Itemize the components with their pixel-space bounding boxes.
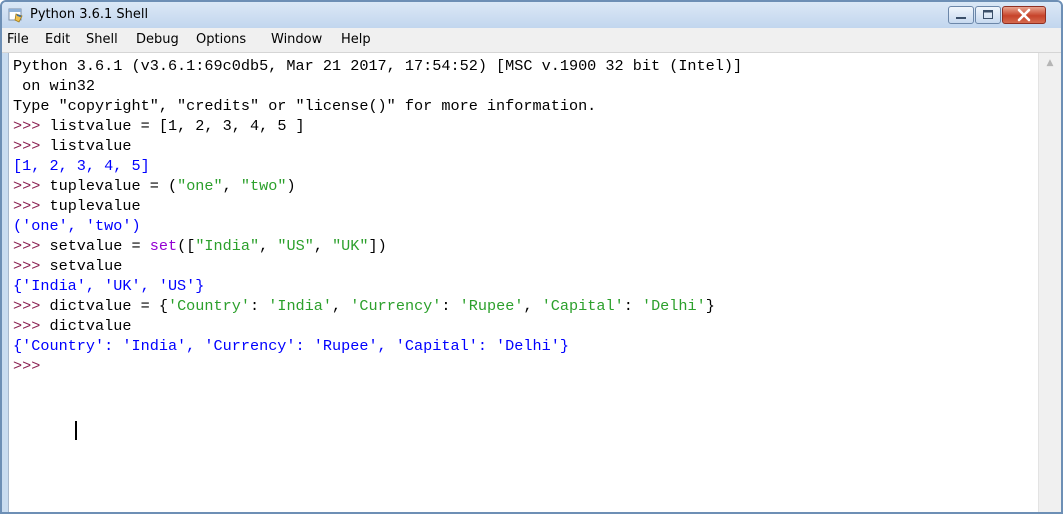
- code: setvalue: [49, 257, 123, 275]
- code: tuplevalue = (: [49, 177, 178, 195]
- minimize-icon: [956, 17, 966, 19]
- prompt: >>>: [13, 137, 50, 155]
- input-line-3: >>> tuplevalue = ("one", "two"): [13, 177, 296, 197]
- prompt: >>>: [13, 357, 50, 375]
- string-literal: 'Delhi': [641, 297, 706, 315]
- code: dictvalue: [49, 317, 132, 335]
- string-literal: "US": [277, 237, 314, 255]
- python-shell-icon: [8, 8, 23, 23]
- close-icon: [1017, 8, 1031, 22]
- code: ,: [222, 177, 241, 195]
- maximize-button[interactable]: [975, 6, 1001, 24]
- output-line-6: {'India', 'UK', 'US'}: [13, 277, 205, 295]
- code: listvalue: [49, 137, 132, 155]
- code: :: [623, 297, 642, 315]
- string-literal: 'Country': [167, 297, 250, 315]
- banner-line-1: Python 3.6.1 (v3.6.1:69c0db5, Mar 21 201…: [13, 57, 743, 75]
- code: setvalue =: [49, 237, 150, 255]
- vertical-scrollbar[interactable]: ▲: [1038, 53, 1061, 512]
- code: ]): [368, 237, 387, 255]
- output-line-4: ('one', 'two'): [13, 217, 141, 235]
- input-line-1: >>> listvalue = [1, 2, 3, 4, 5 ]: [13, 117, 305, 137]
- input-line-2: >>> listvalue: [13, 137, 132, 157]
- input-line-7: >>> dictvalue = {'Country': 'India', 'Cu…: [13, 297, 715, 317]
- menu-bar: File Edit Shell Debug Options Window Hel…: [2, 28, 1061, 53]
- string-literal: 'Currency': [350, 297, 442, 315]
- input-line-4: >>> tuplevalue: [13, 197, 141, 217]
- title-bar[interactable]: Python 3.6.1 Shell: [2, 2, 1061, 28]
- builtin-keyword: set: [149, 237, 178, 255]
- banner-line-3: Type "copyright", "credits" or "license(…: [13, 97, 597, 115]
- string-literal: 'India': [268, 297, 333, 315]
- menu-options[interactable]: Options: [196, 32, 246, 47]
- code: listvalue = [1, 2, 3, 4, 5 ]: [49, 117, 305, 135]
- output-line-2: [1, 2, 3, 4, 5]: [13, 157, 150, 175]
- code: }: [705, 297, 715, 315]
- string-literal: "one": [177, 177, 223, 195]
- prompt: >>>: [13, 257, 50, 275]
- code: ): [286, 177, 296, 195]
- prompt: >>>: [13, 117, 50, 135]
- prompt: >>>: [13, 237, 50, 255]
- code: tuplevalue: [49, 197, 141, 215]
- menu-debug[interactable]: Debug: [136, 32, 179, 47]
- window-title: Python 3.6.1 Shell: [30, 7, 149, 22]
- string-literal: 'Capital': [541, 297, 624, 315]
- menu-shell[interactable]: Shell: [86, 32, 118, 47]
- code: :: [249, 297, 269, 315]
- input-line-6: >>> setvalue: [13, 257, 122, 277]
- python-shell-window: Python 3.6.1 Shell File Edit Shell Debug…: [0, 0, 1063, 514]
- code: :: [441, 297, 460, 315]
- code: ,: [332, 297, 351, 315]
- code: ,: [259, 237, 278, 255]
- code: ,: [313, 237, 333, 255]
- menu-help[interactable]: Help: [341, 32, 371, 47]
- prompt: >>>: [13, 297, 50, 315]
- code: ,: [523, 297, 542, 315]
- scroll-up-arrow-icon[interactable]: ▲: [1039, 53, 1061, 73]
- shell-text-area[interactable]: Python 3.6.1 (v3.6.1:69c0db5, Mar 21 201…: [8, 53, 1039, 512]
- menu-edit[interactable]: Edit: [45, 32, 70, 47]
- text-cursor: [75, 421, 77, 440]
- string-literal: "UK": [332, 237, 369, 255]
- prompt: >>>: [13, 177, 50, 195]
- close-button[interactable]: [1002, 6, 1046, 24]
- code: dictvalue = {: [49, 297, 168, 315]
- string-literal: "two": [240, 177, 287, 195]
- current-prompt-line[interactable]: >>>: [13, 357, 49, 377]
- string-literal: "India": [195, 237, 260, 255]
- code: ([: [177, 237, 196, 255]
- string-literal: 'Rupee': [459, 297, 524, 315]
- banner-line-2: on win32: [13, 77, 96, 95]
- output-line-8: {'Country': 'India', 'Currency': 'Rupee'…: [13, 337, 569, 355]
- maximize-icon: [983, 10, 993, 19]
- input-line-5: >>> setvalue = set(["India", "US", "UK"]…: [13, 237, 387, 257]
- minimize-button[interactable]: [948, 6, 974, 24]
- menu-window[interactable]: Window: [271, 32, 322, 47]
- prompt: >>>: [13, 317, 50, 335]
- input-line-8: >>> dictvalue: [13, 317, 132, 337]
- menu-file[interactable]: File: [7, 32, 29, 47]
- prompt: >>>: [13, 197, 50, 215]
